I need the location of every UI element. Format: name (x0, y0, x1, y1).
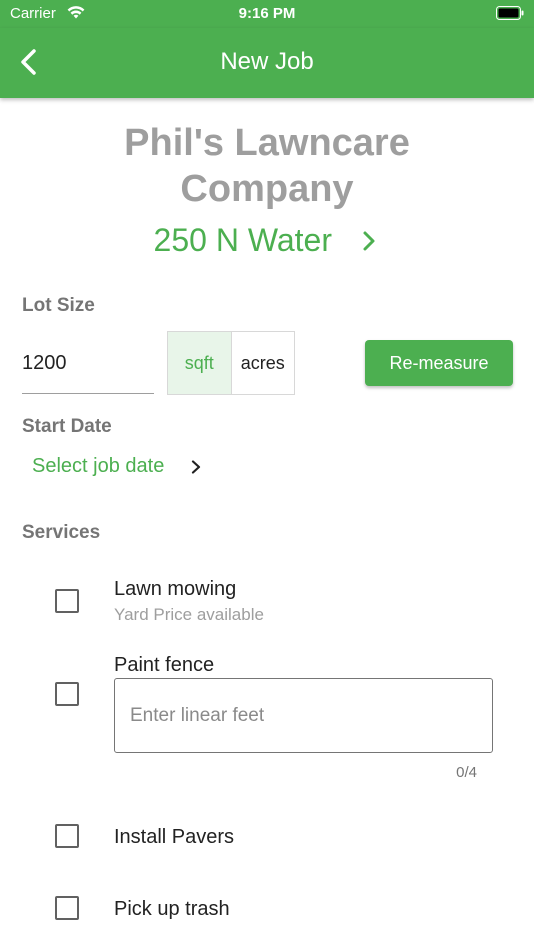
service-label-paint-fence: Paint fence (114, 654, 215, 676)
battery-icon (496, 6, 524, 20)
company-name-line2: Company (180, 168, 354, 210)
services-label: Services (22, 522, 101, 543)
linear-feet-input[interactable] (114, 678, 493, 753)
service-label-lawn-mowing: Lawn mowing (114, 578, 237, 600)
lot-size-input[interactable]: 1200 (22, 336, 154, 394)
company-name: Phil's Lawncare Company (0, 120, 534, 212)
page-title: New Job (220, 48, 314, 75)
job-address-link[interactable]: 250 N Water (0, 222, 534, 266)
unit-toggle: sqft acres (167, 331, 295, 395)
checkbox-lawn-mowing[interactable] (55, 589, 79, 613)
job-address: 250 N Water (153, 222, 332, 258)
select-job-date-label: Select job date (32, 455, 165, 477)
service-label-pick-up-trash: Pick up trash (114, 898, 230, 920)
checkbox-pick-up-trash[interactable] (55, 896, 79, 920)
service-sublabel-lawn-mowing: Yard Price available (114, 605, 264, 624)
lot-size-label: Lot Size (22, 295, 95, 316)
status-time: 9:16 PM (238, 5, 296, 22)
checkbox-paint-fence[interactable] (55, 682, 79, 706)
start-date-label: Start Date (22, 416, 112, 437)
service-label-install-pavers: Install Pavers (114, 826, 235, 848)
app-bar: New Job (0, 28, 534, 98)
unit-option-acres[interactable]: acres (232, 332, 295, 394)
remeasure-button[interactable]: Re-measure (365, 340, 513, 386)
status-bar: Carrier 9:16 PM (0, 0, 534, 28)
unit-option-sqft[interactable]: sqft (168, 332, 232, 394)
chevron-right-icon (191, 459, 200, 474)
select-job-date-link[interactable]: Select job date (32, 455, 203, 485)
company-name-line1: Phil's Lawncare (124, 122, 410, 164)
chevron-right-icon (363, 231, 375, 250)
checkbox-install-pavers[interactable] (55, 824, 79, 848)
character-counter: 0/4 (456, 764, 477, 781)
